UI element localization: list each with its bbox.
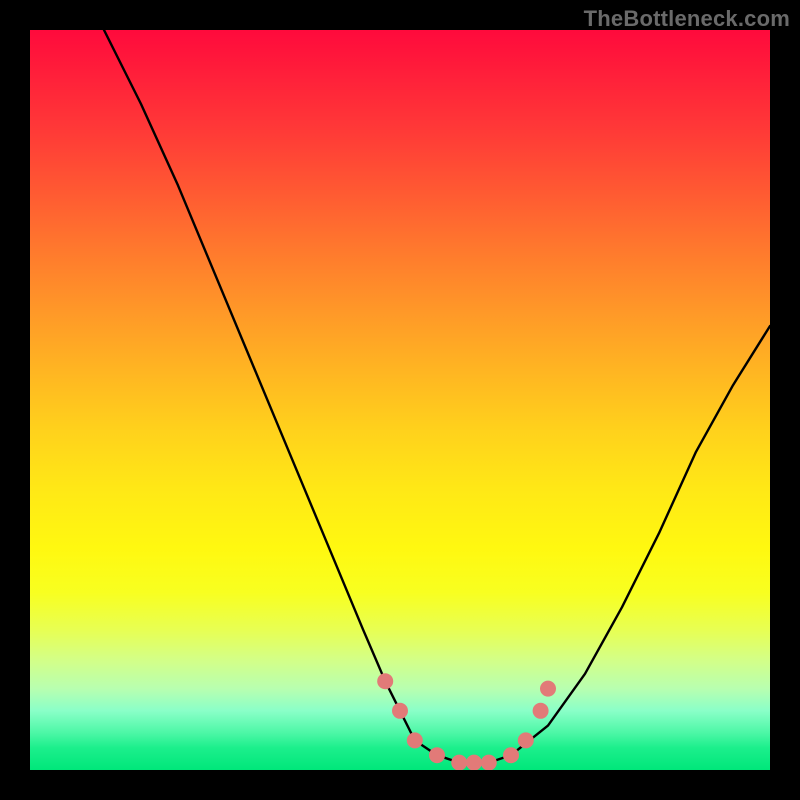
- curve-marker: [518, 732, 534, 748]
- curve-marker: [533, 703, 549, 719]
- curve-marker: [503, 747, 519, 763]
- curve-marker: [429, 747, 445, 763]
- curve-marker: [407, 732, 423, 748]
- curve-marker: [377, 673, 393, 689]
- watermark-text: TheBottleneck.com: [584, 6, 790, 32]
- chart-frame: TheBottleneck.com: [0, 0, 800, 800]
- curve-marker: [481, 755, 497, 770]
- curve-marker: [392, 703, 408, 719]
- plot-area: [30, 30, 770, 770]
- curve-svg: [30, 30, 770, 770]
- curve-marker: [466, 755, 482, 770]
- curve-marker: [540, 681, 556, 697]
- bottleneck-curve: [104, 30, 770, 763]
- curve-marker: [451, 755, 467, 770]
- curve-markers: [377, 673, 556, 770]
